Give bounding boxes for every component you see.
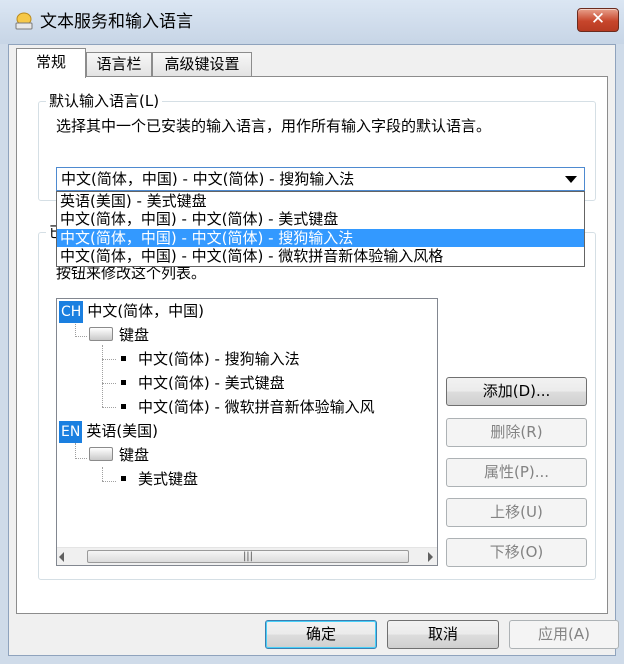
default-language-combobox[interactable]: 中文(简体，中国) - 中文(简体) - 搜狗输入法 [56, 167, 585, 191]
scroll-left-arrow-icon[interactable] [59, 552, 64, 562]
tree-node-service[interactable]: 中文(简体) - 美式键盘 [121, 372, 285, 394]
keyboard-globe-icon [15, 12, 33, 30]
tab-advanced-key-settings[interactable]: 高级键设置 [152, 52, 252, 76]
dropdown-option[interactable]: 中文(简体，中国) - 中文(简体) - 美式键盘 [57, 210, 584, 228]
dropdown-option[interactable]: 中文(简体，中国) - 中文(简体) - 微软拼音新体验输入风格 [57, 247, 584, 265]
tab-general[interactable]: 常规 [16, 48, 86, 78]
language-dropdown-list[interactable]: 英语(美国) - 美式键盘 中文(简体，中国) - 中文(简体) - 美式键盘 … [56, 191, 585, 267]
tree-node-language-ch[interactable]: CH 中文(简体，中国) [59, 300, 205, 323]
add-button[interactable]: 添加(D)... [446, 377, 587, 406]
keyboard-icon [89, 327, 113, 341]
language-badge: CH [59, 301, 84, 323]
tree-node-label: 中文(简体) - 搜狗输入法 [138, 350, 300, 368]
bullet-icon [121, 380, 126, 385]
tree-node-label: 中文(简体) - 美式键盘 [138, 374, 285, 392]
tree-node-label: 中文(简体，中国) [87, 302, 205, 320]
tree-node-label: 美式键盘 [138, 470, 199, 488]
language-badge: EN [59, 421, 83, 443]
installed-services-tree[interactable]: CH 中文(简体，中国) 键盘 中文(简体) - 搜狗输入法 中文(简体) - 美… [56, 298, 438, 566]
tree-node-service[interactable]: 中文(简体) - 微软拼音新体验输入风 [121, 396, 375, 418]
scroll-right-arrow-icon[interactable] [428, 552, 433, 562]
properties-button[interactable]: 属性(P)... [446, 458, 587, 487]
ok-button[interactable]: 确定 [265, 620, 377, 649]
tab-language-bar[interactable]: 语言栏 [86, 52, 152, 76]
tree-node-category[interactable]: 键盘 [89, 444, 149, 466]
tree-node-service[interactable]: 美式键盘 [121, 468, 198, 490]
tree-node-label: 键盘 [119, 446, 150, 464]
move-down-button[interactable]: 下移(O) [446, 538, 587, 567]
bullet-icon [121, 404, 126, 409]
dropdown-option-selected[interactable]: 中文(简体，中国) - 中文(简体) - 搜狗输入法 [57, 229, 584, 247]
horizontal-scrollbar[interactable]: ||| [57, 547, 437, 565]
window-title: 文本服务和输入语言 [40, 12, 193, 32]
close-button[interactable]: ✕ [577, 8, 619, 32]
combobox-value: 中文(简体，中国) - 中文(简体) - 搜狗输入法 [61, 170, 355, 188]
bullet-icon [121, 356, 126, 361]
bullet-icon [121, 476, 126, 481]
tree-node-service[interactable]: 中文(简体) - 搜狗输入法 [121, 348, 300, 370]
move-up-button[interactable]: 上移(U) [446, 498, 587, 527]
default-language-description: 选择其中一个已安装的输入语言，用作所有输入字段的默认语言。 [56, 117, 492, 135]
chevron-down-icon[interactable] [565, 176, 577, 183]
tree-node-label: 英语(美国) [86, 422, 159, 440]
keyboard-icon [89, 447, 113, 461]
default-language-label: 默认输入语言(L) [46, 91, 163, 111]
tree-node-label: 键盘 [119, 326, 150, 344]
tree-node-language-en[interactable]: EN 英语(美国) [59, 420, 159, 443]
apply-button[interactable]: 应用(A) [509, 620, 619, 649]
cancel-button[interactable]: 取消 [387, 620, 499, 649]
tree-node-category[interactable]: 键盘 [89, 324, 149, 346]
tree-node-label: 中文(简体) - 微软拼音新体验输入风 [138, 398, 375, 416]
dropdown-option[interactable]: 英语(美国) - 美式键盘 [57, 192, 584, 210]
remove-button[interactable]: 删除(R) [446, 418, 587, 447]
scrollbar-thumb[interactable]: ||| [87, 550, 409, 563]
